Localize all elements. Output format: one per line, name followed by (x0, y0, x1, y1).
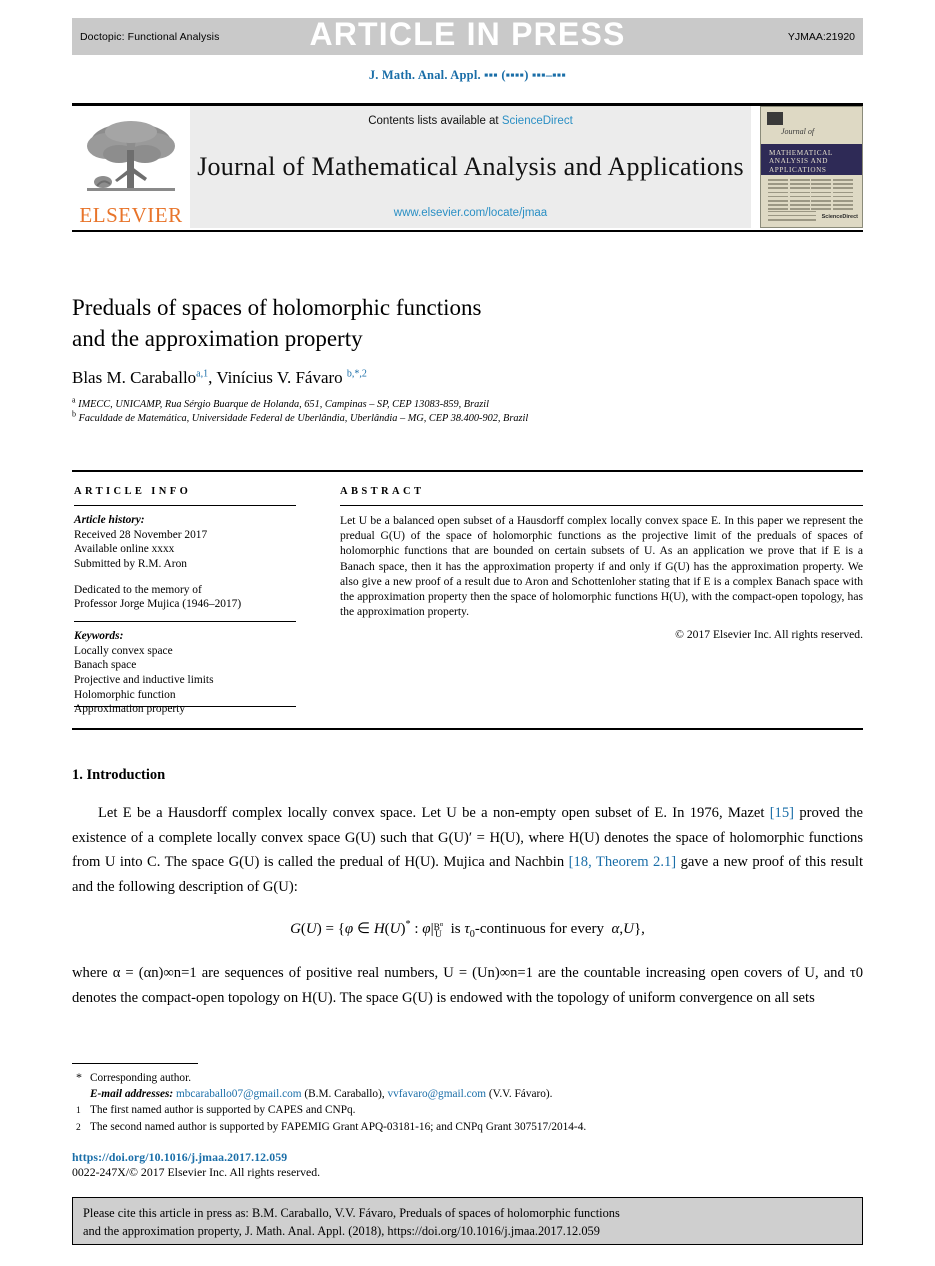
footnote-2-text: The second named author is supported by … (90, 1121, 587, 1133)
author-name-1: Blas M. Caraballo (72, 368, 197, 387)
article-id-label: YJMAA:21920 (787, 30, 855, 43)
abstract-copyright: © 2017 Elsevier Inc. All rights reserved… (675, 627, 863, 641)
journal-homepage-link[interactable]: www.elsevier.com/locate/jmaa (394, 207, 547, 219)
article-page: Doctopic: Functional Analysis ARTICLE IN… (0, 0, 935, 1266)
intro-paragraph-2: where α = (αn)∞n=1 are sequences of posi… (72, 961, 863, 1010)
footnote-1: 1 The first named author is supported by… (72, 1102, 863, 1119)
contents-available-line: Contents lists available at ScienceDirec… (368, 115, 573, 127)
affiliation-b: b Faculdade de Matemática, Universidade … (72, 409, 792, 426)
history-available-online: Available online xxxx (74, 543, 175, 556)
footnote-1-text: The first named author is supported by C… (90, 1104, 356, 1116)
cover-title-line-1: MATHEMATICAL (769, 149, 833, 157)
affiliation-mark-a: a (72, 395, 76, 405)
footnote-email-text: E-mail addresses: mbcaraballo07@gmail.co… (90, 1086, 863, 1102)
article-info-heading: ARTICLE INFO (74, 486, 192, 497)
body-content: Let E be a Hausdorff complex locally con… (72, 801, 863, 1010)
citation-15[interactable]: [15] (770, 805, 794, 821)
dedication-line-1: Dedicated to the memory of (74, 583, 202, 596)
elsevier-tree-icon (87, 121, 175, 191)
footnote-mark-2: 2 (76, 1123, 81, 1133)
article-history-label: Article history: (74, 514, 145, 527)
article-info-divider (74, 505, 296, 507)
footnote-corresponding-text: Corresponding author. (90, 1072, 192, 1084)
sciencedirect-link[interactable]: ScienceDirect (502, 115, 573, 127)
journal-reference-line: J. Math. Anal. Appl. ▪▪▪ (▪▪▪▪) ▪▪▪–▪▪▪ (368, 68, 567, 82)
footnote-emails: E-mail addresses: mbcaraballo07@gmail.co… (72, 1086, 863, 1102)
author-list: Blas M. Caraballoa,1, Vinícius V. Fávaro… (72, 368, 367, 387)
intro-text-d: where α = (αn)∞n=1 are sequences of posi… (72, 964, 863, 1006)
article-in-press-band: Doctopic: Functional Analysis ARTICLE IN… (72, 16, 863, 55)
info-top-rule (72, 470, 863, 472)
email-link-1[interactable]: mbcaraballo07@gmail.com (176, 1088, 302, 1100)
author-marks-2: b,*,2 (346, 368, 367, 380)
cover-sciencedirect-badge: ScienceDirect (821, 214, 858, 220)
footnote-rule (72, 1063, 198, 1065)
cover-title-line-3: APPLICATIONS (769, 165, 827, 174)
doi-link[interactable]: https://doi.org/10.1016/j.jmaa.2017.12.0… (72, 1150, 287, 1165)
email-owner-2: (V.V. Fávaro). (488, 1088, 553, 1100)
citation-18[interactable]: [18, Theorem 2.1] (569, 854, 677, 870)
page-title: Preduals of spaces of holomorphic functi… (72, 292, 772, 354)
cover-title-line-2: ANALYSIS AND (769, 157, 828, 166)
cover-script-line: Journal of (781, 127, 815, 136)
keyword-item: Projective and inductive limits (74, 673, 214, 686)
author-name-2: Vinícius V. Fávaro (216, 368, 343, 387)
title-line-2: and the approximation property (72, 326, 363, 351)
email-owner-1: (B.M. Caraballo), (304, 1088, 385, 1100)
cite-box-line-1: Please cite this article in press as: B.… (83, 1206, 620, 1220)
please-cite-box: Please cite this article in press as: B.… (72, 1197, 863, 1245)
title-line-1: Preduals of spaces of holomorphic functi… (72, 295, 482, 320)
abstract-heading: ABSTRACT (340, 486, 425, 497)
display-equation-g-of-u: G(U) = {φ ∈ H(U)* : φ| Bα U is τ0-continuo… (290, 919, 645, 941)
history-received: Received 28 November 2017 (74, 528, 208, 541)
contents-prefix: Contents lists available at (368, 115, 502, 127)
cover-publisher-logo-icon (767, 112, 783, 125)
article-in-press-stamp: ARTICLE IN PRESS (309, 16, 626, 52)
affiliation-text-a: IMECC, UNICAMP, Rua Sérgio Buarque de Ho… (78, 399, 489, 410)
intro-text-a: Let E be a Hausdorff complex locally con… (98, 805, 770, 821)
journal-cover-thumbnail: Journal of MATHEMATICAL ANALYSIS AND APP… (760, 106, 863, 228)
cite-box-line-2: and the approximation property, J. Math.… (83, 1224, 600, 1238)
keywords-block: Keywords: Locally convex space Banach sp… (74, 629, 296, 717)
affiliation-a: a IMECC, UNICAMP, Rua Sérgio Buarque de … (72, 395, 792, 412)
keyword-item: Banach space (74, 659, 137, 672)
email-addresses-label: E-mail addresses: (90, 1088, 174, 1100)
masthead-bottom-rule (72, 230, 863, 232)
journal-masthead: ELSEVIER Contents lists available at Sci… (72, 106, 863, 228)
intro-paragraph-1: Let E be a Hausdorff complex locally con… (72, 801, 863, 899)
affiliation-mark-b: b (72, 409, 76, 419)
footnote-2: 2 The second named author is supported b… (72, 1119, 863, 1136)
keyword-item: Locally convex space (74, 644, 173, 657)
elsevier-logo: ELSEVIER (72, 106, 190, 228)
masthead-center-panel: Contents lists available at ScienceDirec… (190, 106, 751, 228)
elsevier-wordmark: ELSEVIER (79, 203, 183, 227)
keywords-bottom-rule (74, 706, 296, 708)
article-history-block: Article history: Received 28 November 20… (74, 513, 296, 612)
affiliations: a IMECC, UNICAMP, Rua Sérgio Buarque de … (72, 395, 792, 426)
footnote-corresponding-author: * Corresponding author. (72, 1069, 863, 1086)
keywords-label: Keywords: (74, 630, 124, 643)
email-link-2[interactable]: vvfavaro@gmail.com (388, 1088, 487, 1100)
footnotes-block: * Corresponding author. E-mail addresses… (72, 1069, 863, 1136)
keyword-item: Approximation property (74, 703, 186, 716)
abstract-body: Let U be a balanced open subset of a Hau… (340, 513, 863, 619)
issn-copyright-line: 0022-247X/© 2017 Elsevier Inc. All right… (72, 1165, 321, 1179)
footnote-mark-star: * (76, 1070, 82, 1084)
article-info-column: ARTICLE INFO Article history: Received 2… (74, 486, 296, 717)
journal-title: Journal of Mathematical Analysis and App… (197, 152, 744, 181)
abstract-paragraph: Let U be a balanced open subset of a Hau… (340, 514, 863, 618)
dedication-line-2: Professor Jorge Mujica (1946–2017) (74, 598, 242, 611)
affiliation-text-b: Faculdade de Matemática, Universidade Fe… (78, 412, 529, 424)
section-heading-introduction: 1. Introduction (72, 767, 166, 783)
abstract-column: ABSTRACT Let U be a balanced open subset… (340, 486, 863, 641)
keyword-item: Holomorphic function (74, 688, 176, 701)
keywords-divider (74, 620, 296, 623)
cover-toc-lines (768, 179, 855, 210)
abstract-bottom-rule (72, 728, 863, 730)
history-submitted-by: Submitted by R.M. Aron (74, 558, 187, 571)
abstract-divider (340, 505, 863, 507)
author-marks-1: a,1 (196, 368, 209, 380)
footnote-mark-1: 1 (76, 1106, 81, 1116)
